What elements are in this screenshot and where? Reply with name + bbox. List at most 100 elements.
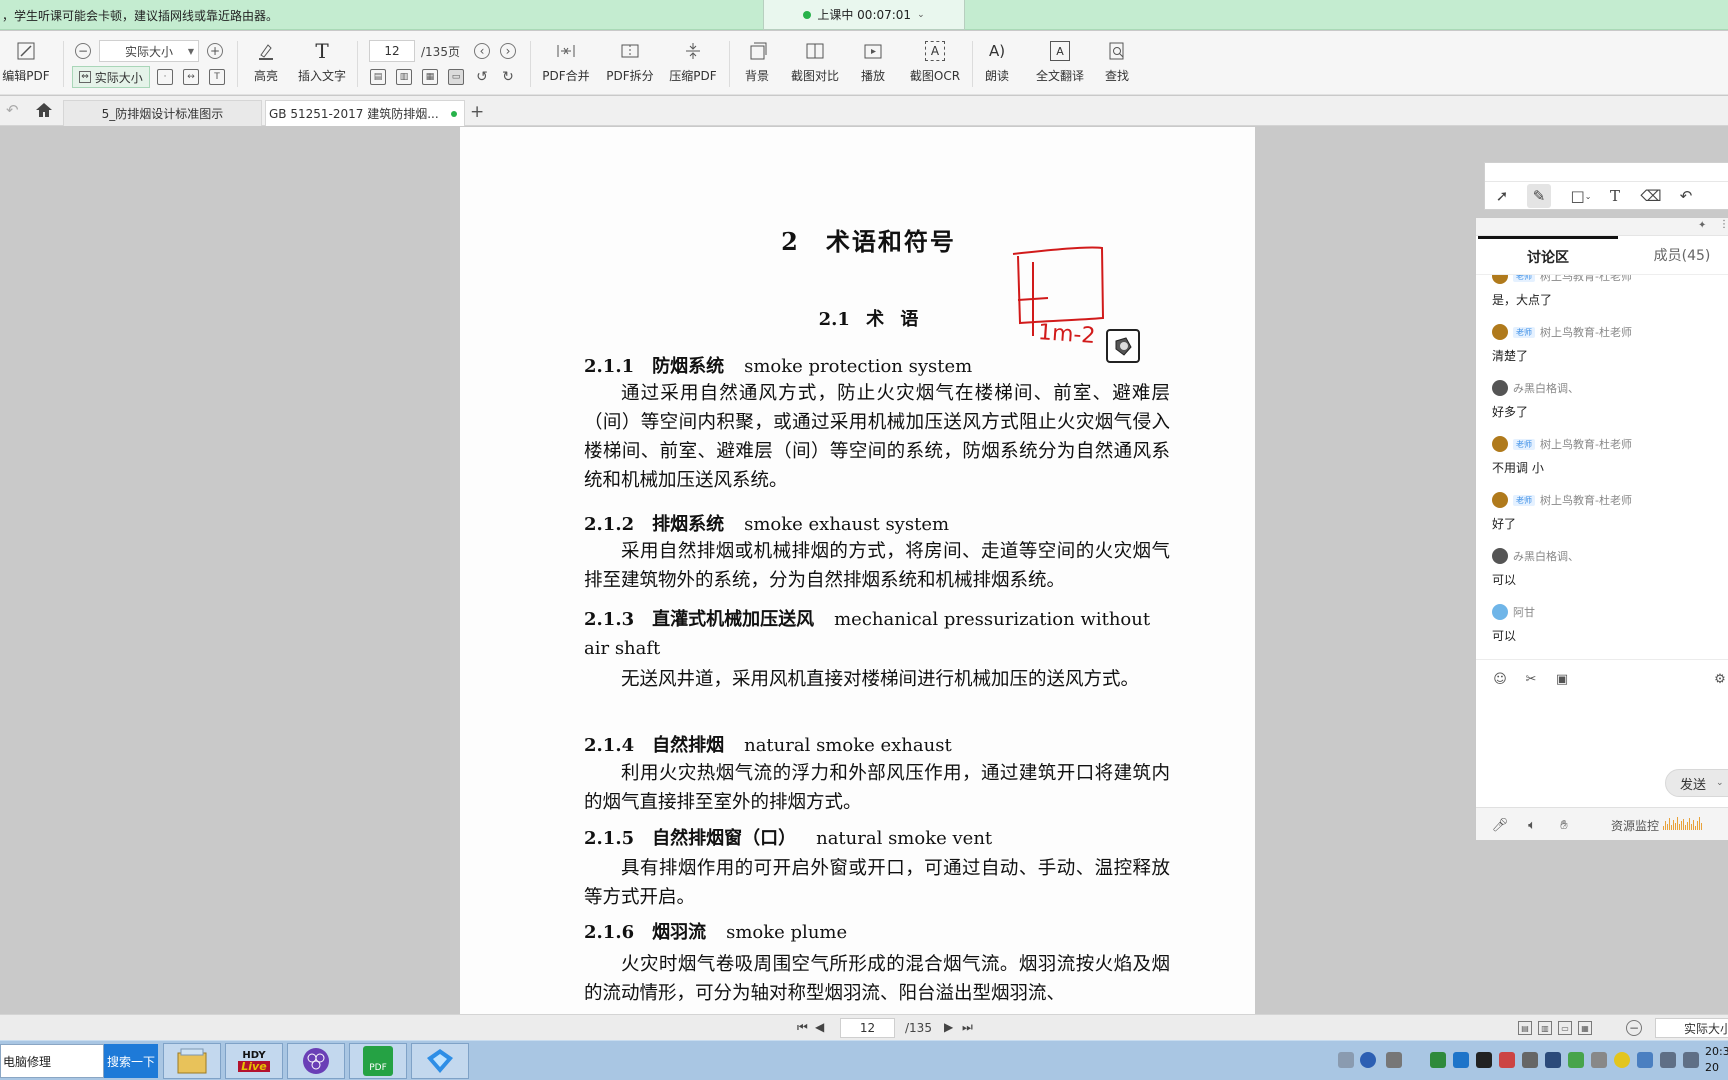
message-text: 清楚了	[1492, 349, 1529, 363]
tab-label: GB 51251-2017 建筑防排烟...	[269, 107, 439, 121]
send-button[interactable]: 发送 ⌄	[1665, 769, 1728, 797]
message-text: 可以	[1492, 629, 1517, 643]
settings-icon[interactable]: ⚙	[1711, 670, 1728, 688]
zoom-out-icon[interactable]: −	[1626, 1020, 1642, 1036]
actual-size-button[interactable]: ⇔ 实际大小	[72, 66, 150, 88]
tray-icon[interactable]	[1386, 1052, 1402, 1068]
read-aloud-button[interactable]: A) 朗读	[962, 41, 1032, 84]
rotate-left-icon[interactable]: ↺	[474, 69, 490, 85]
prev-page-icon[interactable]: ◀	[815, 1020, 824, 1034]
next-page-icon[interactable]: ▶	[944, 1020, 953, 1034]
teacher-badge: 老师	[1513, 494, 1535, 506]
taskbar-clock[interactable]: 20:3 20	[1705, 1044, 1728, 1076]
play-button[interactable]: 播放	[838, 41, 908, 84]
taskbar-search-button[interactable]: 搜索一下	[104, 1044, 158, 1078]
more-icon[interactable]: ⋮	[1719, 219, 1728, 230]
tab-label: 5_防排烟设计标准图示	[101, 107, 224, 121]
zoom-out-icon[interactable]: −	[75, 43, 91, 59]
tray-icon[interactable]	[1614, 1052, 1630, 1068]
user-avatar	[1492, 380, 1508, 396]
live-label: Live	[238, 1061, 270, 1072]
tab-standard-drawings[interactable]: 5_防排烟设计标准图示	[63, 100, 262, 126]
pdf-split-button[interactable]: PDF拆分	[595, 41, 665, 84]
microphone-icon[interactable]: 🎤︎	[1491, 816, 1509, 834]
chat-message: 老师 树上鸟教育-杜老师 清楚了	[1492, 323, 1728, 364]
tray-icon[interactable]	[1591, 1052, 1607, 1068]
taskbar-search-input[interactable]: 电脑修理	[0, 1044, 104, 1078]
resource-monitor-label[interactable]: 资源监控	[1611, 817, 1659, 834]
edit-pdf-button[interactable]: 编辑PDF	[0, 41, 61, 84]
pdf-merge-label: PDF合并	[542, 69, 590, 83]
single-page-view-icon[interactable]: ▤	[1518, 1021, 1532, 1035]
tray-icon[interactable]	[1499, 1052, 1515, 1068]
text-tool-icon[interactable]: T	[1603, 184, 1627, 208]
compress-pdf-button[interactable]: 压缩PDF	[658, 41, 728, 84]
tray-icon[interactable]	[1430, 1052, 1446, 1068]
first-page-icon[interactable]: ⏮	[797, 1020, 808, 1035]
tab-discussion[interactable]: 讨论区	[1478, 236, 1618, 274]
pdf-status-bar: ⏮ ◀ 12 /135 ▶ ⏭ ▤ ▥ ▭ ▦ − 实际大小	[0, 1014, 1728, 1040]
screenshot-ocr-button[interactable]: A 截图OCR	[900, 41, 970, 84]
next-page-icon[interactable]: ›	[500, 43, 516, 59]
message-text: 好了	[1492, 517, 1517, 531]
chat-message: 老师 树上鸟教育-杜老师 好了	[1492, 491, 1728, 532]
help-tray-icon[interactable]	[1360, 1052, 1376, 1068]
rotate-right-icon[interactable]: ↻	[500, 69, 516, 85]
shape-tool-icon[interactable]: □ ⌄	[1564, 184, 1598, 208]
pen-tool-icon[interactable]: ✎	[1527, 184, 1551, 208]
pdf-merge-button[interactable]: PDF合并	[531, 41, 601, 84]
grid-view-icon[interactable]: ▦	[422, 69, 438, 85]
prev-page-icon[interactable]: ‹	[474, 43, 490, 59]
windows-taskbar: 电脑修理 搜索一下 HDY Live PDF 20:3 20	[0, 1040, 1728, 1080]
keyboard-tray-icon[interactable]	[1338, 1052, 1354, 1068]
class-timer[interactable]: 上课中 00:07:01 ⌄	[763, 0, 965, 30]
scissors-icon[interactable]: ✂	[1522, 670, 1540, 688]
chat-message: 老师 树上鸟教育-杜老师 不用调 小	[1492, 435, 1728, 476]
network-tray-icon[interactable]	[1637, 1052, 1653, 1068]
mute-hand-icon[interactable]: ✋︎	[1555, 816, 1573, 834]
find-button[interactable]: 查找	[1082, 41, 1152, 84]
insert-text-button[interactable]: T 插入文字	[287, 39, 357, 84]
back-arrow-icon[interactable]: ↶	[6, 101, 19, 119]
pdf-app-icon[interactable]: PDF	[349, 1043, 407, 1079]
file-explorer-icon[interactable]	[163, 1043, 221, 1079]
last-page-icon[interactable]: ⏭	[962, 1020, 973, 1035]
eraser-tool-icon[interactable]: ⌫	[1639, 184, 1663, 208]
tab-gb-51251[interactable]: GB 51251-2017 建筑防排烟...	[265, 100, 465, 126]
continuous-view-icon[interactable]: ▭	[1558, 1021, 1572, 1035]
hdy-live-icon[interactable]: HDY Live	[225, 1043, 283, 1079]
find-icon	[1106, 41, 1128, 61]
status-page-input[interactable]: 12	[840, 1018, 895, 1038]
image-icon[interactable]: ▣	[1553, 670, 1571, 688]
book-view-icon[interactable]: ▦	[1578, 1021, 1592, 1035]
class-app-icon[interactable]	[411, 1043, 469, 1079]
two-page-view-icon[interactable]: ▥	[1538, 1021, 1552, 1035]
new-tab-icon[interactable]: +	[470, 102, 484, 122]
zoom-select[interactable]: 实际大小 ▼	[99, 40, 199, 62]
volume-tray-icon[interactable]	[1660, 1052, 1676, 1068]
qq-tray-icon[interactable]	[1476, 1052, 1492, 1068]
media-app-icon[interactable]	[287, 1043, 345, 1079]
single-page-icon[interactable]: ▤	[370, 69, 386, 85]
status-zoom-select[interactable]: 实际大小	[1655, 1018, 1728, 1038]
zoom-in-icon[interactable]: +	[207, 43, 223, 59]
continuous-view-icon[interactable]: ▭	[448, 69, 464, 85]
fit-page-icon[interactable]: ·	[157, 69, 173, 85]
read-aloud-icon: A)	[988, 42, 1006, 60]
speaker-icon[interactable]: 🔈︎	[1523, 816, 1541, 834]
tab-members[interactable]: 成员(45)	[1618, 236, 1728, 274]
pointer-tool-icon[interactable]: ➚	[1490, 184, 1514, 208]
tray-icon[interactable]	[1453, 1052, 1469, 1068]
power-tray-icon[interactable]	[1683, 1052, 1699, 1068]
page-number-input[interactable]: 12	[369, 40, 415, 62]
tray-icon[interactable]	[1522, 1052, 1538, 1068]
tray-icon[interactable]	[1545, 1052, 1561, 1068]
select-text-icon[interactable]: T	[209, 69, 225, 85]
home-icon[interactable]	[35, 102, 53, 122]
nvidia-tray-icon[interactable]	[1568, 1052, 1584, 1068]
undo-icon[interactable]: ↶	[1674, 184, 1698, 208]
emoji-icon[interactable]: ☺	[1491, 670, 1509, 688]
fit-width-icon[interactable]: ↔	[183, 69, 199, 85]
pin-icon[interactable]: ✦	[1698, 220, 1706, 231]
two-page-icon[interactable]: ▥	[396, 69, 412, 85]
